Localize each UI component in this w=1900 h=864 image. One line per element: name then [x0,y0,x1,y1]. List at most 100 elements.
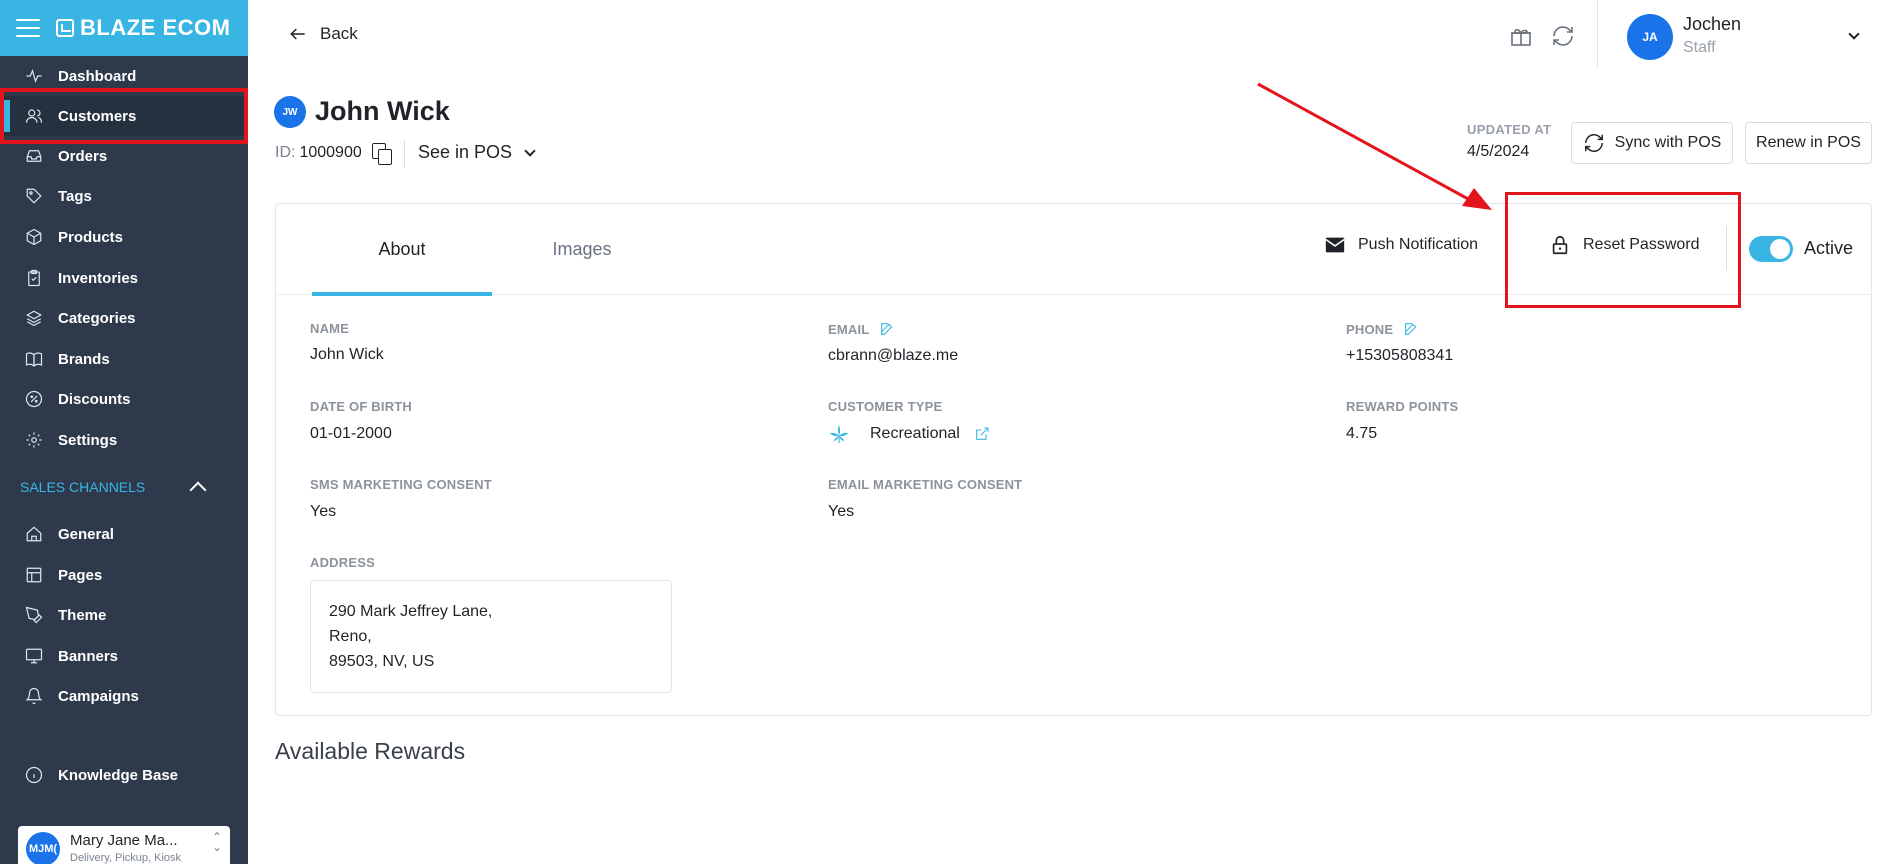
monitor-icon [24,646,44,666]
sidebar-item-label: Customers [58,107,137,125]
store-info: Mary Jane Ma... Delivery, Pickup, Kiosk [70,832,181,864]
address-box: 290 Mark Jeffrey Lane, Reno, 89503, NV, … [310,580,672,693]
sidebar-item-general[interactable]: General [0,514,248,554]
updated-at-value: 4/5/2024 [1467,143,1530,160]
tab-label: Images [552,239,612,259]
tab-images[interactable]: Images [492,204,672,295]
sidebar-item-theme[interactable]: Theme [0,595,248,635]
menu-icon[interactable] [16,19,40,37]
sync-with-pos-label: Sync with POS [1614,134,1722,151]
chevron-down-icon[interactable] [1848,28,1860,40]
sidebar-item-customers[interactable]: Customers [0,96,248,136]
copy-icon[interactable] [371,143,392,165]
see-in-pos-label: See in POS [418,142,513,162]
address-line-1: 290 Mark Jeffrey Lane, [329,603,493,620]
tab-label: About [378,239,426,259]
sidebar-item-knowledge-base[interactable]: Knowledge Base [0,755,248,795]
layers-icon [24,308,44,328]
box-icon [24,227,44,247]
push-notification-label: Push Notification [1358,236,1479,253]
user-role: Staff [1683,39,1716,56]
sidebar-item-discounts[interactable]: Discounts [0,379,248,419]
sidebar-item-label: Settings [58,431,118,449]
push-notification-button[interactable]: Push Notification [1324,234,1478,256]
sidebar-item-inventories[interactable]: Inventories [0,258,248,298]
edit-icon[interactable] [879,321,895,337]
sales-channels-section[interactable]: SALES CHANNELS [20,478,210,499]
gift-icon[interactable] [1509,24,1533,48]
refresh-icon[interactable] [1551,24,1575,48]
sidebar-item-label: Campaigns [58,687,139,705]
sidebar-item-label: Knowledge Base [58,766,179,784]
brand-name: BLAZE ECOM [80,15,231,40]
pen-icon [24,605,44,625]
reward-points-value: 4.75 [1346,425,1378,442]
clipboard-icon [24,268,44,288]
email-consent-value: Yes [828,503,855,520]
sidebar-item-tags[interactable]: Tags [0,176,248,216]
sidebar-item-campaigns[interactable]: Campaigns [0,676,248,716]
brand-logo[interactable]: BLAZE ECOM [56,15,230,41]
sidebar-item-orders[interactable]: Orders [0,136,248,176]
sidebar-item-banners[interactable]: Banners [0,636,248,676]
bell-icon [24,686,44,706]
sidebar-item-dashboard[interactable]: Dashboard [0,56,248,96]
tab-about[interactable]: About [312,204,492,296]
sidebar-item-label: Orders [58,147,108,165]
active-toggle[interactable] [1749,236,1793,262]
user-avatar[interactable]: JA [1627,14,1673,60]
sidebar-item-label: General [58,525,114,543]
sidebar: BLAZE ECOM Dashboard Customers Orders Ta… [0,0,248,864]
refresh-icon [1584,134,1603,152]
back-button[interactable]: Back [288,24,358,44]
sidebar-item-products[interactable]: Products [0,217,248,257]
email-value: cbrann@blaze.me [828,347,959,364]
cannabis-leaf-icon [828,423,850,445]
customer-type-label: CUSTOMER TYPE [828,399,943,414]
available-rewards-title: Available Rewards [275,738,466,764]
activity-icon [24,66,44,86]
phone-label: PHONE [1346,321,1419,337]
name-label: NAME [310,321,350,336]
phone-label-text: PHONE [1346,321,1394,337]
customer-avatar: JW [274,96,306,128]
sidebar-item-label: Theme [58,606,107,624]
dob-label: DATE OF BIRTH [310,399,413,414]
customer-id-value: 1000900 [299,144,362,161]
arrow-left-icon [290,28,305,40]
sidebar-item-brands[interactable]: Brands [0,339,248,379]
sidebar-item-categories[interactable]: Categories [0,298,248,338]
customer-id: ID: 1000900 [275,143,392,165]
lock-icon [1552,235,1568,255]
user-name[interactable]: Jochen [1683,14,1741,35]
reset-password-button[interactable]: Reset Password [1549,234,1700,256]
renew-in-pos-label: Renew in POS [1756,134,1861,151]
email-consent-label: EMAIL MARKETING CONSENT [828,477,1023,492]
see-in-pos-dropdown[interactable]: See in POS [418,142,536,163]
sidebar-item-label: Categories [58,309,136,327]
sms-consent-value: Yes [310,503,337,520]
divider [1597,0,1598,68]
renew-in-pos-button[interactable]: Renew in POS [1745,122,1872,164]
chevron-up-icon[interactable] [189,481,207,499]
edit-icon[interactable] [1403,321,1419,337]
store-switcher[interactable]: MJM( Mary Jane Ma... Delivery, Pickup, K… [18,826,230,864]
active-label: Active [1804,238,1854,258]
customer-id-label: ID: [275,144,296,161]
sidebar-item-label: Products [58,228,124,246]
phone-value: +15305808341 [1346,347,1454,364]
tag-icon [24,186,44,206]
book-icon [24,349,44,369]
sync-with-pos-button[interactable]: Sync with POS [1571,122,1733,164]
customer-details-card: About Images Push Notification Reset Pas… [275,203,1872,716]
percent-icon [24,389,44,409]
external-link-icon[interactable] [974,426,990,442]
sms-consent-label: SMS MARKETING CONSENT [310,477,492,492]
divider [1726,226,1727,270]
sidebar-item-label: Inventories [58,269,139,287]
back-label: Back [320,24,358,43]
mail-icon [1325,237,1345,253]
store-avatar: MJM( [26,832,60,864]
sidebar-item-pages[interactable]: Pages [0,555,248,595]
sidebar-item-settings[interactable]: Settings [0,420,248,460]
